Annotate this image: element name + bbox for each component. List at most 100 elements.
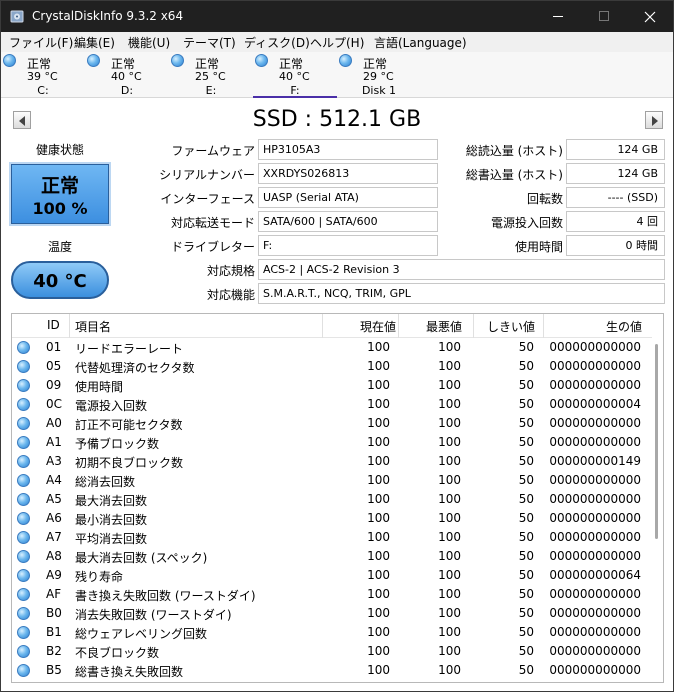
attribute-raw: 000000000000 [549, 511, 641, 525]
table-row[interactable]: 0C 電源投入回数 100 100 50 000000000004 [12, 395, 652, 414]
attribute-raw: 000000000064 [549, 568, 641, 582]
attribute-name: 訂正不可能セクタ数 [75, 418, 183, 432]
column-divider[interactable] [398, 314, 399, 338]
table-row[interactable]: A1 予備ブロック数 100 100 50 000000000000 [12, 433, 652, 452]
table-row[interactable]: 09 使用時間 100 100 50 000000000000 [12, 376, 652, 395]
attribute-worst: 100 [438, 625, 461, 639]
attribute-name: 平均消去回数 [75, 532, 148, 546]
health-status-button[interactable]: 正常 100 % [9, 162, 111, 226]
minimize-button[interactable] [535, 1, 581, 32]
attribute-worst: 100 [438, 549, 461, 563]
table-row[interactable]: AF 書き換え失敗回数 (ワーストダイ) 100 100 50 000000000000 [12, 585, 652, 604]
table-row[interactable]: A7 平均消去回数 100 100 50 000000000000 [12, 528, 652, 547]
header-raw[interactable]: 生の値 [545, 318, 642, 335]
drive-tab-f[interactable]: 正常 40 °C F: [253, 52, 337, 98]
table-row[interactable]: B1 総ウェアレベリング回数 100 100 50 000000000000 [12, 623, 652, 642]
attribute-threshold: 50 [518, 568, 534, 582]
host-reads-field: 124 GB [566, 139, 665, 160]
header-name[interactable]: 項目名 [75, 318, 111, 335]
features-label: 対応機能 [206, 288, 255, 302]
status-good-icon [17, 626, 30, 639]
table-row[interactable]: B2 不良ブロック数 100 100 50 000000000000 [12, 642, 652, 661]
attribute-current: 100 [367, 340, 390, 354]
table-row[interactable]: A5 最大消去回数 100 100 50 000000000000 [12, 490, 652, 509]
attribute-worst: 100 [438, 663, 461, 677]
health-label: 健康状態 [35, 143, 84, 157]
attribute-id: B1 [46, 625, 62, 639]
attribute-threshold: 50 [518, 454, 534, 468]
status-good-icon [17, 417, 30, 430]
table-row[interactable]: A9 残り寿命 100 100 50 000000000064 [12, 566, 652, 585]
attribute-current: 100 [367, 587, 390, 601]
menu-theme[interactable]: テーマ(T) [183, 34, 236, 51]
drive-tab-c[interactable]: 正常 39 °C C: [1, 52, 85, 98]
attribute-id: AF [46, 587, 62, 601]
drive-tab-e[interactable]: 正常 25 °C E: [169, 52, 253, 98]
table-row[interactable]: A6 最小消去回数 100 100 50 000000000000 [12, 509, 652, 528]
table-row[interactable]: B0 消去失敗回数 (ワーストダイ) 100 100 50 000000000000 [12, 604, 652, 623]
drive-letter: D: [120, 84, 134, 97]
status-good-icon [339, 54, 352, 67]
next-disk-button[interactable] [645, 111, 663, 129]
interface-field: UASP (Serial ATA) [258, 187, 438, 208]
table-row[interactable]: B5 総書き換え失敗回数 100 100 50 000000000000 [12, 661, 652, 680]
serial-label: シリアルナンバー [159, 168, 255, 182]
attribute-id: A8 [46, 549, 62, 563]
close-button[interactable] [627, 1, 673, 32]
smart-table[interactable]: ID 項目名 現在値 最悪値 しきい値 生の値 01 リードエラーレート 100 10… [11, 313, 664, 683]
menu-disk[interactable]: ディスク(D) [244, 34, 310, 51]
host-writes-field: 124 GB [566, 163, 665, 184]
header-threshold[interactable]: しきい値 [475, 318, 535, 335]
attribute-id: 0C [46, 397, 63, 411]
attribute-threshold: 50 [518, 378, 534, 392]
power-hours-field: 0 時間 [566, 235, 665, 256]
attribute-worst: 100 [438, 378, 461, 392]
attribute-current: 100 [367, 473, 390, 487]
attribute-name: リードエラーレート [75, 342, 184, 356]
table-row[interactable]: A4 総消去回数 100 100 50 000000000000 [12, 471, 652, 490]
column-divider[interactable] [543, 314, 544, 338]
table-row[interactable]: A3 初期不良ブロック数 100 100 50 000000000149 [12, 452, 652, 471]
table-row[interactable]: 01 リードエラーレート 100 100 50 000000000000 [12, 338, 652, 357]
interface-label: インターフェース [160, 192, 255, 206]
temperature-button[interactable]: 40 °C [11, 261, 109, 299]
transfer-mode-field: SATA/600 | SATA/600 [258, 211, 438, 232]
status-good-icon [17, 493, 30, 506]
header-id[interactable]: ID [47, 318, 60, 332]
drive-tab-d[interactable]: 正常 40 °C D: [85, 52, 169, 98]
attribute-worst: 100 [438, 340, 461, 354]
vertical-scrollbar[interactable] [655, 344, 658, 539]
attribute-threshold: 50 [518, 644, 534, 658]
table-row[interactable]: A8 最大消去回数 (スペック) 100 100 50 000000000000 [12, 547, 652, 566]
table-row[interactable]: A0 訂正不可能セクタ数 100 100 50 000000000000 [12, 414, 652, 433]
status-good-icon [17, 341, 30, 354]
column-divider[interactable] [473, 314, 474, 338]
status-good-icon [17, 569, 30, 582]
header-current[interactable]: 現在値 [324, 318, 396, 335]
drive-tab-disk1[interactable]: 正常 29 °C Disk 1 [337, 52, 421, 98]
menu-function[interactable]: 機能(U) [128, 34, 170, 51]
app-disk-icon [10, 10, 24, 23]
attribute-id: B2 [46, 644, 62, 658]
header-worst[interactable]: 最悪値 [400, 318, 462, 335]
menu-help[interactable]: ヘルプ(H) [310, 34, 364, 51]
menu-language[interactable]: 言語(Language) [374, 34, 467, 51]
temperature-label: 温度 [47, 240, 72, 254]
menu-file[interactable]: ファイル(F) [9, 34, 73, 51]
title-bar[interactable]: CrystalDiskInfo 9.3.2 x64 [1, 1, 673, 32]
drive-temp: 29 °C [363, 70, 394, 83]
column-divider[interactable] [322, 314, 323, 338]
status-good-icon [17, 588, 30, 601]
menu-edit[interactable]: 編集(E) [74, 34, 115, 51]
attribute-raw: 000000000000 [549, 340, 641, 354]
status-good-icon [255, 54, 268, 67]
maximize-button[interactable] [581, 1, 627, 32]
attribute-current: 100 [367, 378, 390, 392]
attribute-worst: 100 [438, 511, 461, 525]
table-row[interactable]: 05 代替処理済のセクタ数 100 100 50 000000000000 [12, 357, 652, 376]
column-divider[interactable] [69, 314, 70, 338]
attribute-raw: 000000000000 [549, 416, 641, 430]
window-title: CrystalDiskInfo 9.3.2 x64 [32, 9, 184, 23]
attribute-id: 09 [46, 378, 62, 392]
attribute-raw: 000000000004 [549, 397, 641, 411]
